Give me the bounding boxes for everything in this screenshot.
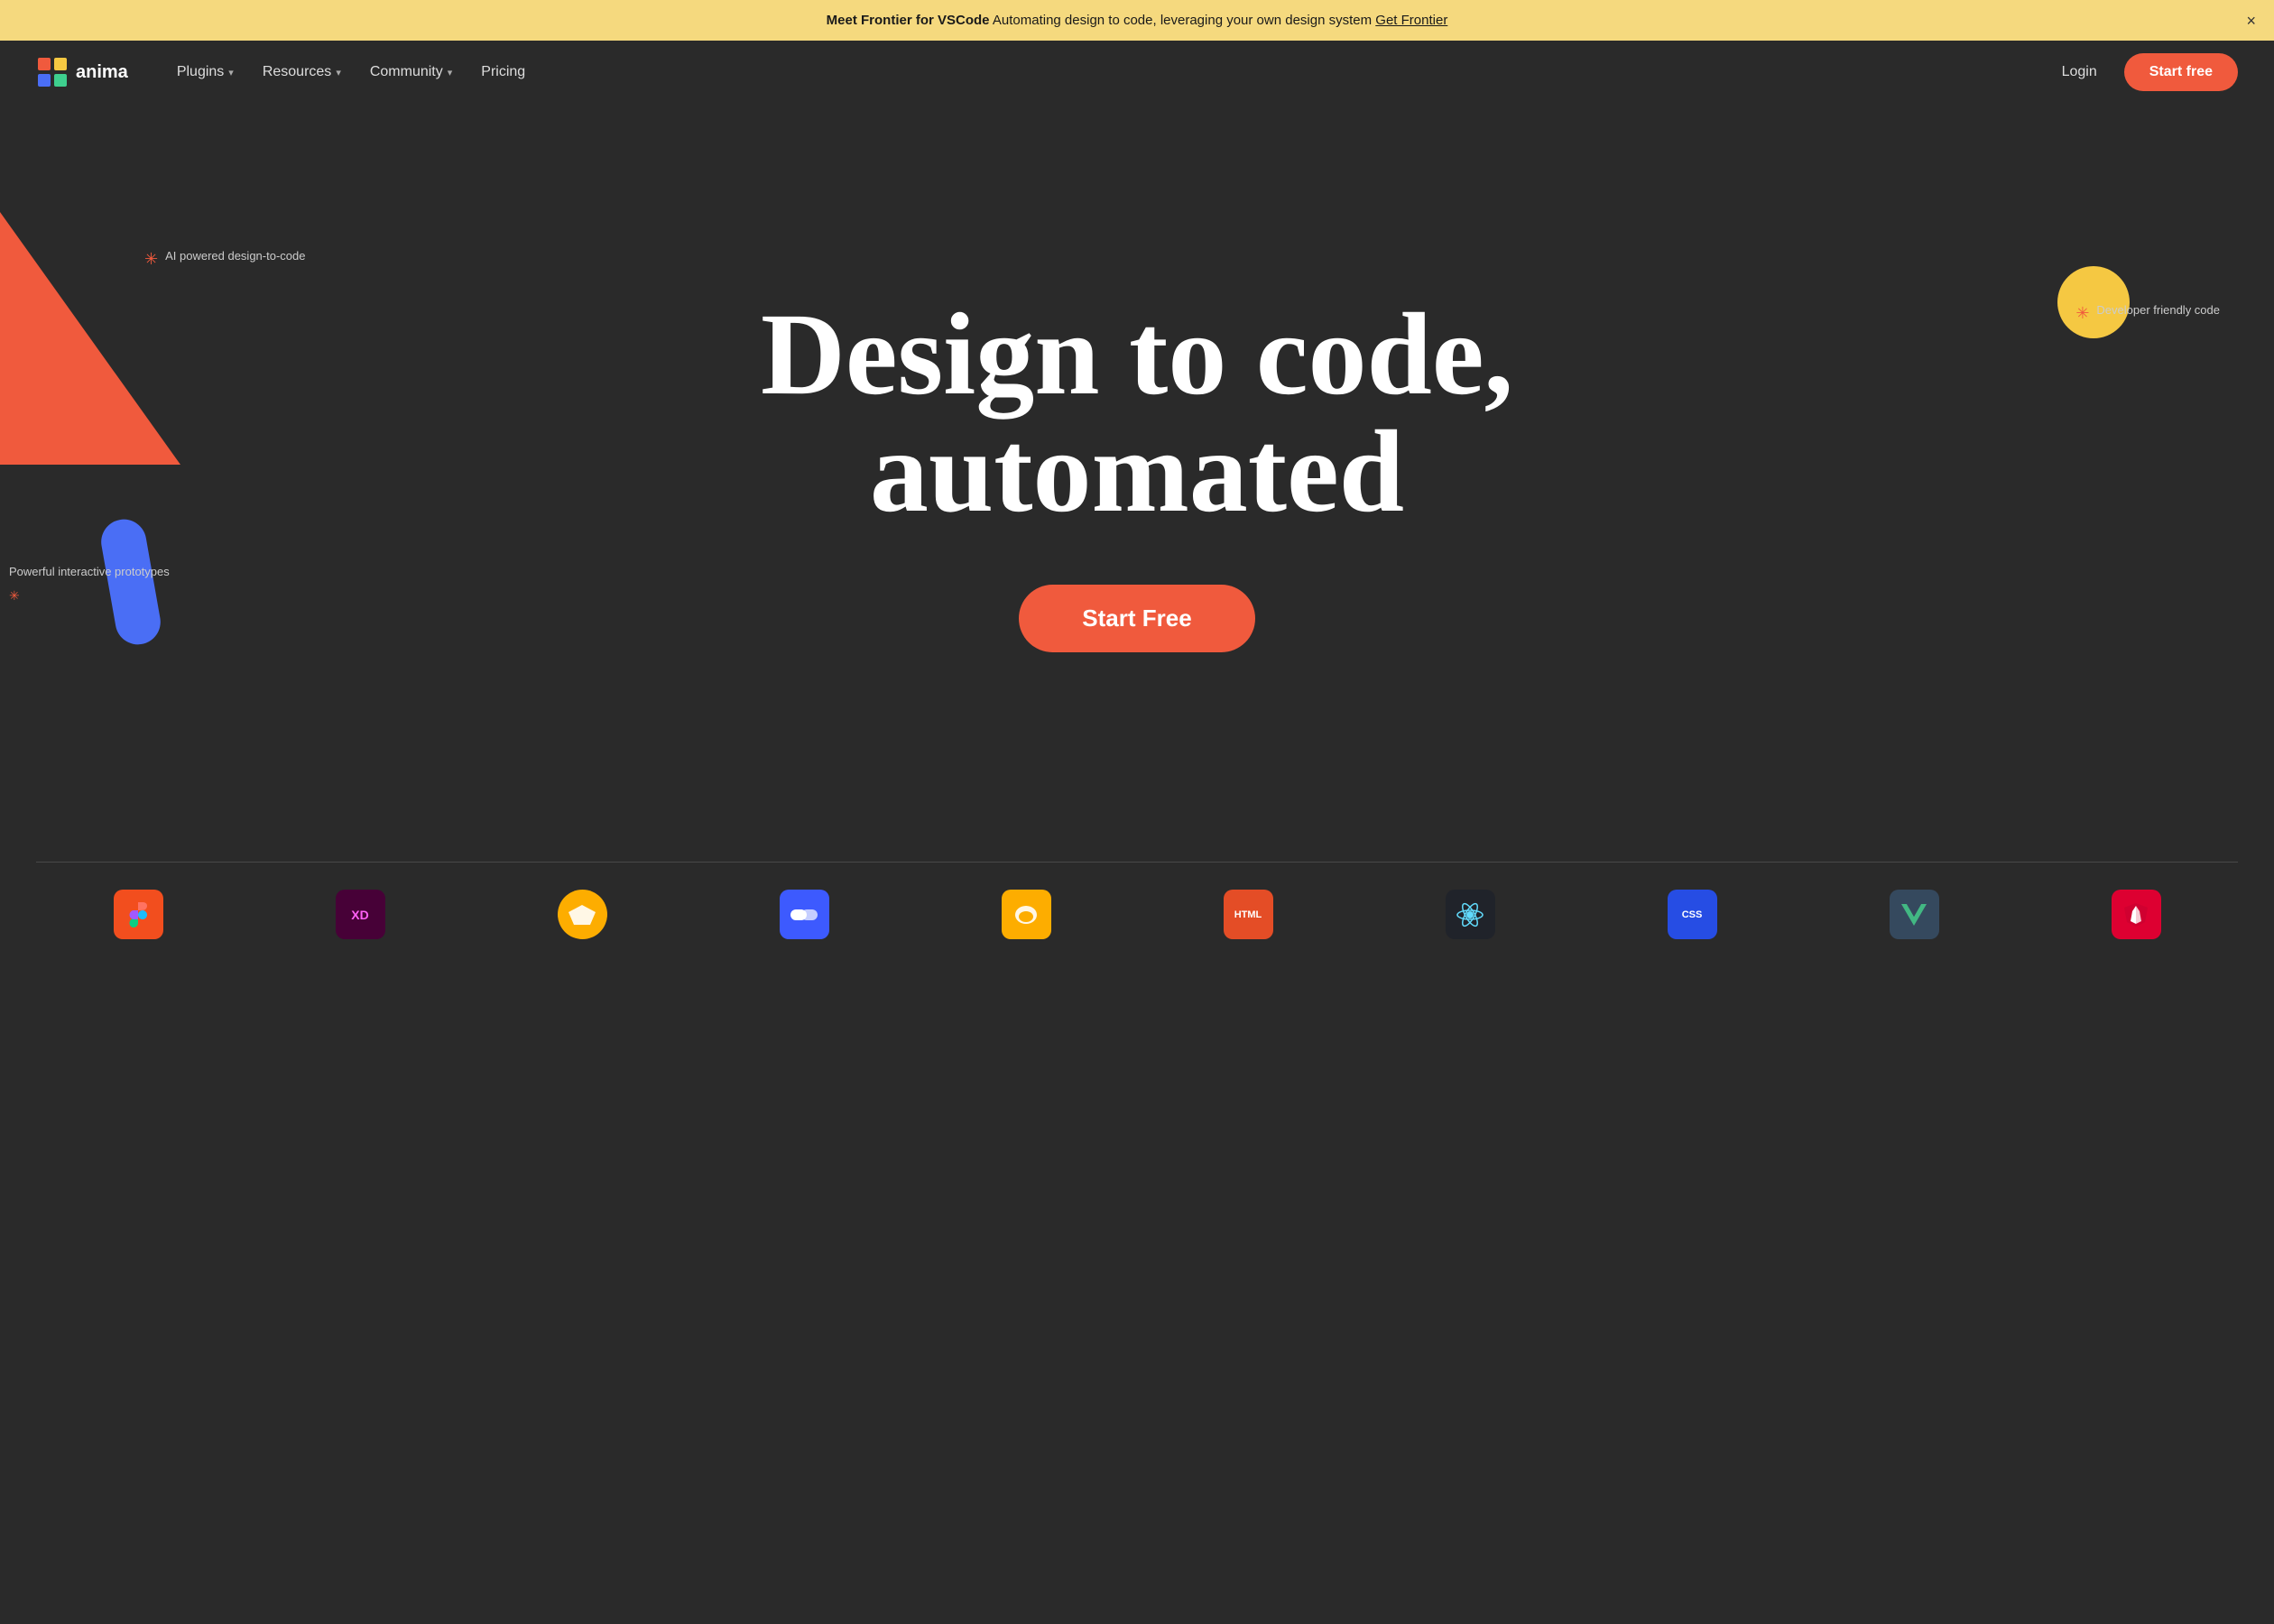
list-item bbox=[1890, 890, 1939, 939]
hero-title-line2: automated bbox=[870, 407, 1404, 537]
nav-item-pricing[interactable]: Pricing bbox=[468, 57, 538, 88]
nav-start-free-button[interactable]: Start free bbox=[2124, 53, 2238, 91]
list-item bbox=[780, 890, 829, 939]
hero-title: Design to code, automated bbox=[761, 296, 1513, 531]
announcement-bold: Meet Frontier for VSCode bbox=[827, 13, 990, 28]
developer-friendly-text: Developer friendly code bbox=[2096, 302, 2220, 318]
prototypes-asterisk-row: ✳ bbox=[9, 587, 20, 605]
list-item bbox=[2112, 890, 2161, 939]
sketch-icon bbox=[558, 890, 607, 939]
html-icon: HTML bbox=[1224, 890, 1273, 939]
community-chevron-icon: ▾ bbox=[448, 67, 453, 78]
adobexd-icon: XD bbox=[336, 890, 385, 939]
list-item bbox=[1446, 890, 1495, 939]
vue-icon bbox=[1890, 890, 1939, 939]
prototypes-asterisk-icon: ✳ bbox=[9, 587, 20, 605]
announcement-bar: Meet Frontier for VSCode Automating desi… bbox=[0, 0, 2274, 41]
nav-right: Login Start free bbox=[2049, 53, 2238, 91]
nav-item-community[interactable]: Community ▾ bbox=[357, 57, 465, 88]
zeplin-icon bbox=[1002, 890, 1051, 939]
angular-icon bbox=[2112, 890, 2161, 939]
list-item: CSS bbox=[1668, 890, 1717, 939]
hero-start-free-button[interactable]: Start Free bbox=[1019, 585, 1254, 652]
nav-links: Plugins ▾ Resources ▾ Community ▾ Pricin… bbox=[164, 57, 2049, 88]
anima-logo-icon bbox=[36, 56, 69, 88]
overflow-icon bbox=[780, 890, 829, 939]
ai-asterisk-icon: ✳ bbox=[144, 248, 158, 271]
announcement-text: Meet Frontier for VSCode Automating desi… bbox=[827, 13, 1448, 28]
powerful-prototypes-label: Powerful interactive prototypes ✳ bbox=[9, 564, 170, 605]
nav-item-plugins[interactable]: Plugins ▾ bbox=[164, 57, 246, 88]
powerful-prototypes-text: Powerful interactive prototypes bbox=[9, 564, 170, 580]
hero-cta-container: Start Free bbox=[1019, 585, 1254, 652]
list-item: HTML bbox=[1224, 890, 1273, 939]
nav-login-link[interactable]: Login bbox=[2049, 57, 2110, 88]
nav-logo[interactable]: anima bbox=[36, 56, 128, 88]
list-item bbox=[558, 890, 607, 939]
hero-title-line1: Design to code, bbox=[761, 290, 1513, 420]
list-item bbox=[114, 890, 163, 939]
navbar: anima Plugins ▾ Resources ▾ Community ▾ … bbox=[0, 41, 2274, 104]
ai-powered-text: AI powered design-to-code bbox=[165, 248, 305, 264]
nav-item-resources[interactable]: Resources ▾ bbox=[250, 57, 354, 88]
react-icon bbox=[1446, 890, 1495, 939]
dev-asterisk-icon: ✳ bbox=[2075, 302, 2089, 325]
resources-chevron-icon: ▾ bbox=[336, 67, 341, 78]
css-icon: CSS bbox=[1668, 890, 1717, 939]
plugins-chevron-icon: ▾ bbox=[228, 67, 234, 78]
nav-logo-text: anima bbox=[76, 62, 128, 83]
developer-friendly-label: ✳ Developer friendly code bbox=[2075, 302, 2220, 325]
list-item: XD bbox=[336, 890, 385, 939]
announcement-normal: Automating design to code, leveraging yo… bbox=[993, 13, 1372, 28]
logos-bar: XD HTML bbox=[0, 863, 2274, 966]
hero-section: ✳ AI powered design-to-code ✳ Developer … bbox=[0, 104, 2274, 862]
ai-powered-label: ✳ AI powered design-to-code bbox=[144, 248, 305, 271]
announcement-link[interactable]: Get Frontier bbox=[1375, 13, 1447, 28]
announcement-close-button[interactable]: × bbox=[2246, 13, 2256, 29]
figma-icon bbox=[114, 890, 163, 939]
list-item bbox=[1002, 890, 1051, 939]
